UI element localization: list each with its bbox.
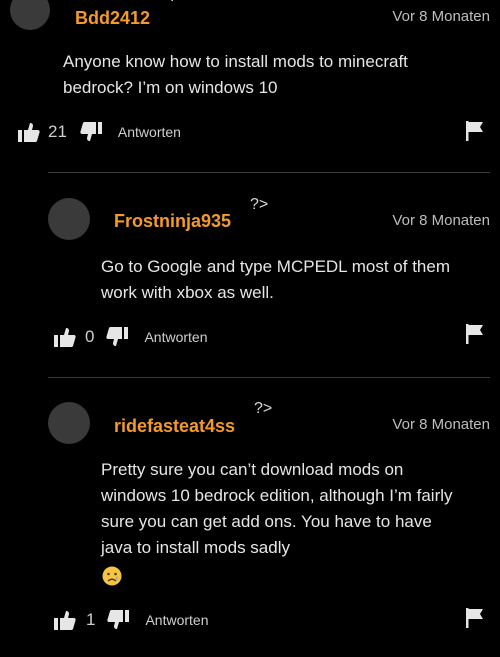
avatar[interactable]	[10, 0, 50, 30]
divider	[48, 172, 490, 173]
comment-text-line: Pretty sure you can’t download mods on	[101, 460, 404, 479]
comment-text-line: Anyone know how to install mods to minec…	[63, 52, 408, 71]
avatar[interactable]	[48, 198, 90, 240]
flag-icon[interactable]	[466, 608, 484, 628]
username[interactable]: ridefasteat4ss	[114, 416, 235, 437]
comment-text-line: bedrock? I’m on windows 10	[63, 78, 278, 97]
reply-marker: ?>	[250, 196, 269, 213]
flag-icon[interactable]	[466, 121, 484, 141]
timestamp: Vor 8 Monaten	[392, 416, 490, 433]
comment-text: Pretty sure you can’t download mods on w…	[101, 457, 496, 561]
sad-face-emoji	[102, 566, 122, 586]
action-row: 1 Antworten	[54, 608, 209, 632]
comment-text-line: sure you can get add ons. You have to ha…	[101, 512, 432, 531]
like-count: 0	[85, 327, 95, 346]
action-row: 21 Antworten	[18, 120, 181, 144]
timestamp: Vor 8 Monaten	[392, 212, 490, 229]
reply-marker: ?>	[254, 400, 273, 417]
thumbs-up-icon[interactable]	[54, 610, 76, 630]
username[interactable]: Frostninja935	[114, 211, 231, 232]
comment-text: Anyone know how to install mods to minec…	[63, 49, 483, 101]
reply-marker: ?>	[168, 0, 186, 6]
username[interactable]: Bdd2412	[75, 8, 150, 29]
thumbs-down-icon[interactable]	[107, 610, 130, 630]
timestamp: Vor 8 Monaten	[392, 8, 490, 25]
thumbs-down-icon[interactable]	[106, 327, 129, 347]
thumbs-up-icon[interactable]	[54, 327, 76, 347]
reply-button[interactable]: Antworten	[144, 329, 207, 345]
like-count: 1	[86, 610, 96, 629]
comment-text-line: windows 10 bedrock edition, although I’m…	[101, 486, 453, 505]
like-count: 21	[48, 122, 67, 141]
reply-button[interactable]: Antworten	[145, 612, 208, 628]
thumbs-down-icon[interactable]	[80, 122, 102, 142]
avatar[interactable]	[48, 402, 90, 444]
divider	[48, 377, 490, 378]
comment-text-line: java to install mods sadly	[101, 538, 290, 557]
comment-text-line: work with xbox as well.	[101, 283, 274, 302]
thumbs-up-icon[interactable]	[18, 122, 40, 142]
comment-text-line: Go to Google and type MCPEDL most of the…	[101, 257, 450, 276]
action-row: 0 Antworten	[54, 325, 208, 349]
reply-button[interactable]: Antworten	[118, 124, 181, 140]
flag-icon[interactable]	[466, 324, 484, 344]
comment-text: Go to Google and type MCPEDL most of the…	[101, 254, 491, 306]
